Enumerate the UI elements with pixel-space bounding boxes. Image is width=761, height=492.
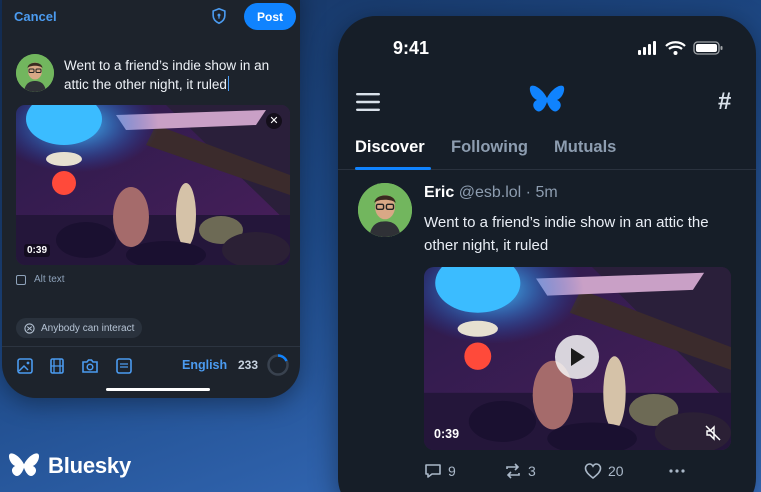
video-icon[interactable] (48, 357, 66, 375)
feeds-hashtag-icon[interactable]: # (718, 88, 731, 116)
video-duration: 0:39 (434, 427, 460, 441)
reply-count: 9 (448, 463, 456, 479)
cancel-button[interactable]: Cancel (14, 9, 57, 24)
post-text-input[interactable]: Went to a friend’s indie show in an atti… (64, 56, 292, 94)
post-age: 5m (535, 184, 558, 201)
battery-icon (693, 41, 723, 55)
author-handle[interactable]: @esb.lol (459, 184, 522, 201)
repost-count: 3 (528, 463, 536, 479)
image-icon[interactable] (16, 357, 34, 375)
tab-following[interactable]: Following (451, 138, 528, 157)
interaction-settings-button[interactable]: Anybody can interact (16, 318, 143, 338)
butterfly-logo-icon[interactable] (529, 84, 565, 116)
composer-phone: Cancel Post Went to a friend’s indie sho… (2, 0, 300, 398)
like-count: 20 (608, 463, 624, 479)
character-progress-ring (267, 354, 289, 376)
avatar-portrait (16, 54, 54, 92)
active-tab-indicator (355, 167, 431, 170)
post-button[interactable]: Post (244, 3, 296, 30)
globe-icon (24, 322, 35, 334)
butterfly-logo-icon (8, 453, 40, 477)
alt-text-icon (16, 274, 26, 285)
alt-text-label: Alt text (34, 274, 65, 285)
post-author-line: Eric @esb.lol · 5m (424, 184, 558, 202)
post-actions: 9 3 20 (424, 460, 734, 482)
text-caret (227, 76, 229, 91)
shield-icon[interactable] (210, 7, 228, 25)
avatar-portrait (358, 183, 412, 237)
status-time: 9:41 (393, 38, 430, 58)
avatar (16, 54, 54, 92)
status-bar-icons (638, 41, 723, 55)
character-count: 233 (238, 358, 259, 372)
feed-tabs: Discover Following Mutuals (338, 136, 756, 170)
menu-icon[interactable] (356, 93, 380, 111)
composer-header: Cancel Post (2, 0, 300, 44)
camera-icon[interactable] (81, 357, 99, 375)
language-selector[interactable]: English (182, 358, 227, 372)
interaction-label: Anybody can interact (41, 322, 135, 334)
play-icon (571, 348, 585, 366)
more-options-button[interactable] (668, 462, 686, 480)
video-duration: 0:39 (24, 244, 51, 257)
post-text: Went to a friend’s indie show in an atti… (424, 214, 709, 254)
wifi-icon (665, 41, 686, 55)
like-button[interactable]: 20 (584, 462, 624, 480)
reply-icon (425, 464, 441, 478)
tab-discover[interactable]: Discover (355, 138, 425, 157)
feed-phone: 9:41 # Discover Following Mutuals Eric @… (338, 16, 756, 492)
brand-logo: Bluesky (8, 452, 131, 480)
tab-mutuals[interactable]: Mutuals (554, 138, 616, 157)
repost-icon (506, 463, 520, 479)
repost-button[interactable]: 3 (504, 462, 536, 480)
play-button[interactable] (555, 335, 599, 379)
heart-icon (584, 463, 602, 480)
media-attachment[interactable]: ✕ 0:39 (16, 105, 290, 265)
brand-name: Bluesky (48, 453, 131, 478)
concert-photo (16, 105, 290, 265)
signal-icon (638, 41, 656, 55)
reply-button[interactable]: 9 (424, 462, 456, 480)
home-indicator (106, 388, 210, 391)
remove-media-button[interactable]: ✕ (266, 113, 282, 129)
composer-toolbar: English 233 (2, 346, 300, 386)
post-video[interactable]: 0:39 (424, 267, 731, 450)
author-name[interactable]: Eric (424, 184, 454, 201)
more-icon (669, 469, 685, 473)
avatar[interactable] (358, 183, 412, 237)
meta-separator: · (525, 184, 531, 201)
alt-text-button[interactable]: Alt text (16, 274, 65, 285)
mute-icon[interactable] (705, 425, 721, 441)
gif-icon[interactable] (115, 357, 133, 375)
draft-text: Went to a friend’s indie show in an atti… (64, 58, 270, 92)
